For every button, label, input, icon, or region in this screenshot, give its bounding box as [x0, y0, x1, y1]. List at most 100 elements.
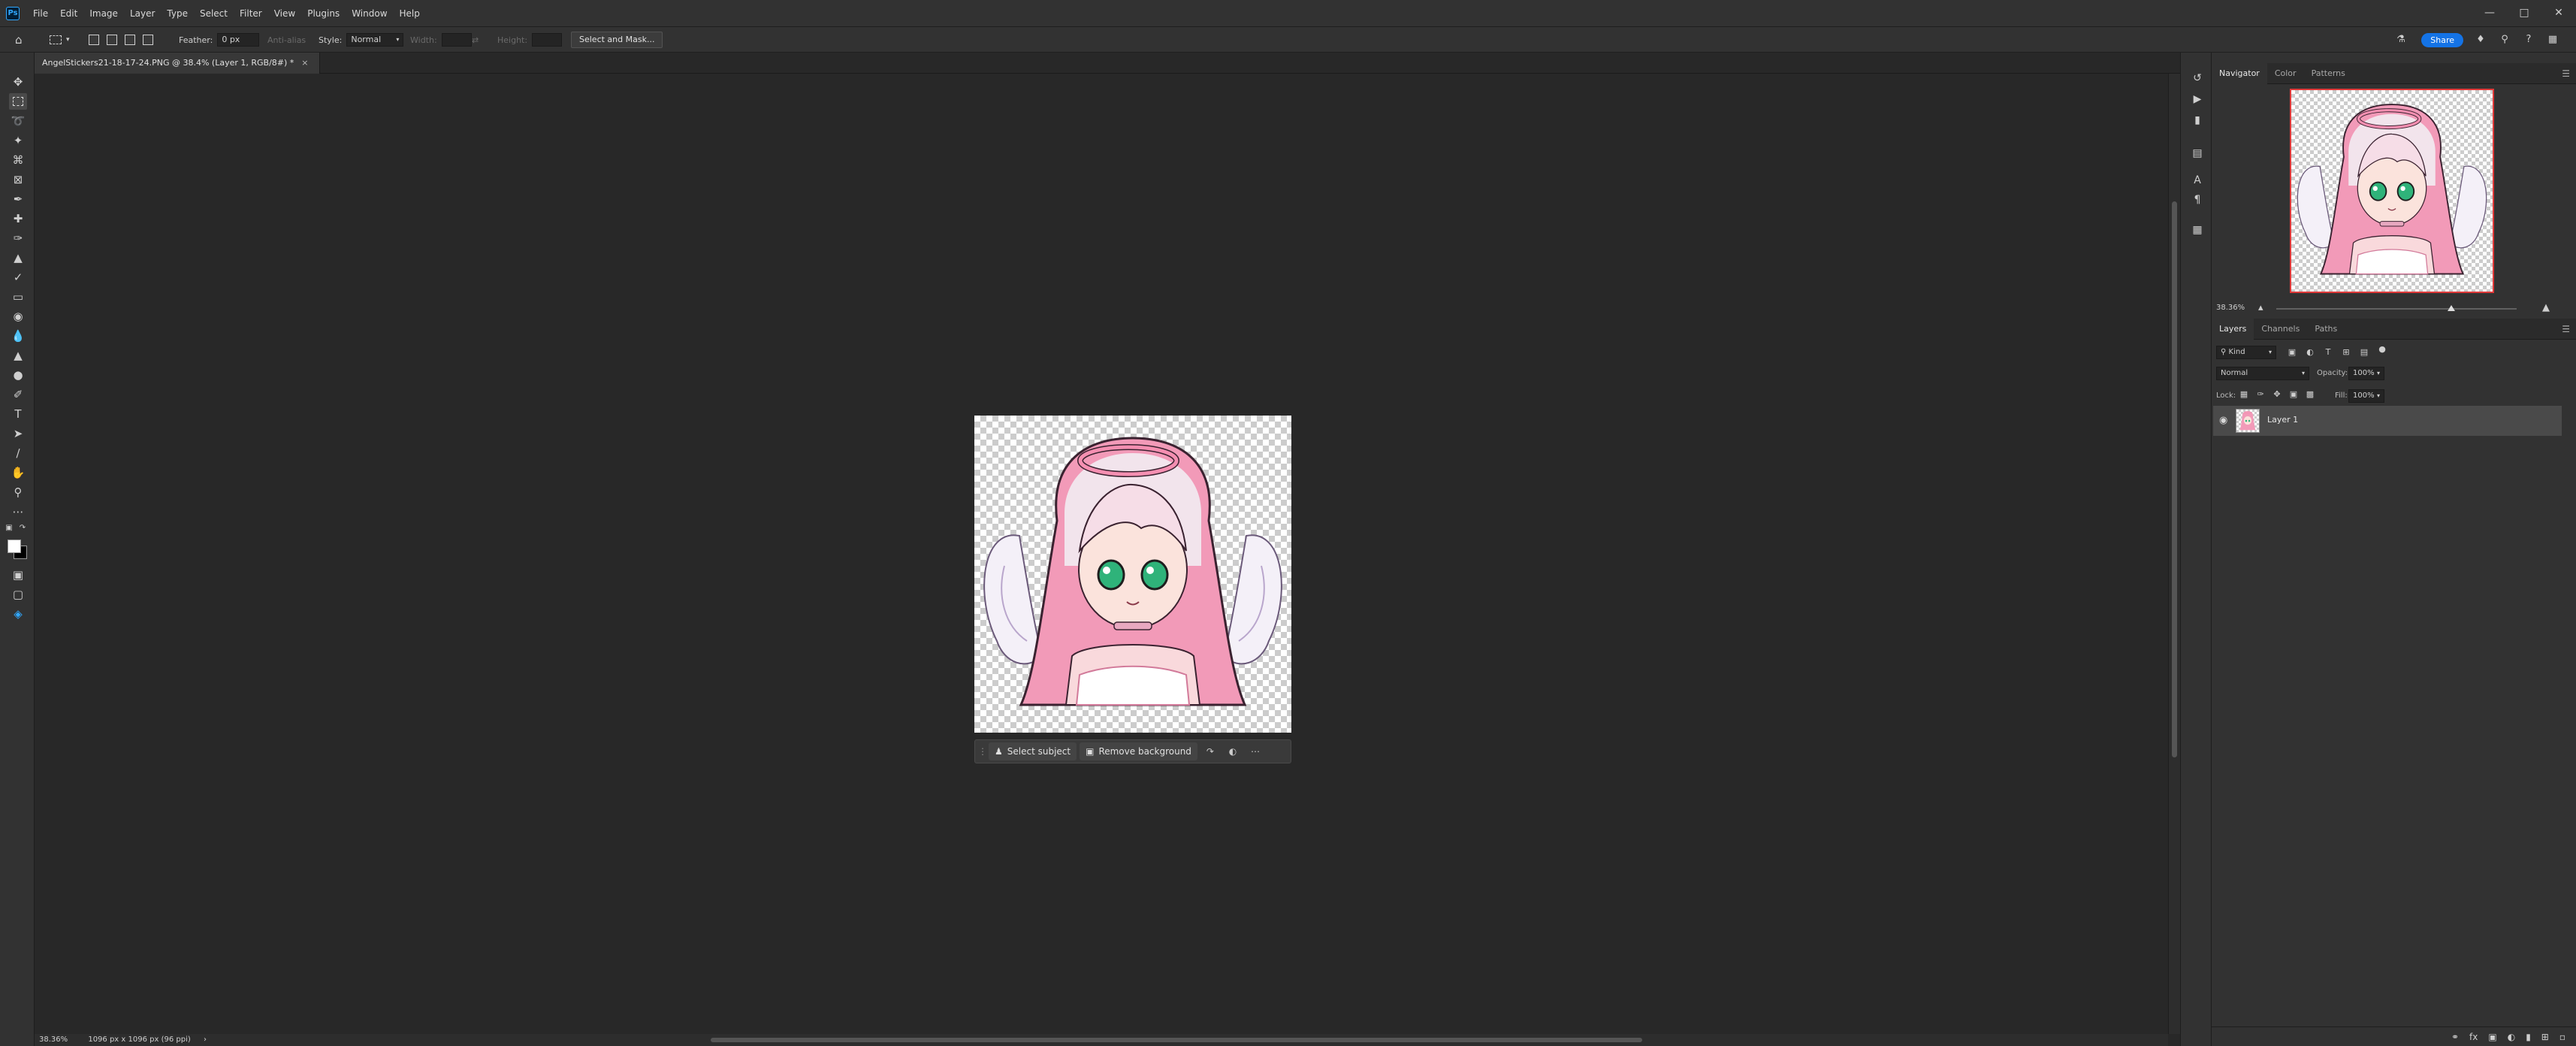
more-options-icon[interactable]: ⋯ — [1246, 742, 1265, 760]
adjustment-icon[interactable]: ◐ — [1223, 742, 1243, 760]
blur-tool-icon[interactable]: 💧 — [9, 328, 27, 344]
search-icon[interactable]: ⚲ — [2499, 35, 2510, 45]
quick-mask-icon[interactable]: ▣ — [9, 567, 27, 583]
swap-colors-icon[interactable]: ↷ — [18, 520, 27, 537]
minimize-icon[interactable]: — — [2472, 0, 2507, 27]
vertical-scrollbar[interactable] — [2168, 74, 2180, 1034]
default-colors-icon[interactable]: ▣ — [5, 520, 14, 537]
sponge-tool-icon[interactable]: ▲ — [9, 347, 27, 364]
history-icon[interactable]: ↺ — [2190, 71, 2205, 86]
swap-dimensions-icon[interactable]: ⇄ — [472, 27, 479, 53]
add-mask-icon[interactable]: ▣ — [2488, 1032, 2496, 1042]
height-input[interactable] — [532, 33, 563, 47]
healing-brush-tool-icon[interactable]: ✚ — [9, 210, 27, 227]
canvas-area[interactable]: ⋮ ♟ Select subject ▣ Remove background ↷ ◐… — [35, 74, 2168, 1034]
menu-filter[interactable]: Filter — [234, 0, 268, 27]
character-icon[interactable]: A — [2190, 173, 2205, 188]
zoom-in-icon[interactable]: ▲ — [2542, 302, 2550, 313]
navigator-menu-icon[interactable]: ☰ — [2562, 68, 2570, 79]
new-selection-icon[interactable] — [89, 35, 99, 45]
dodge-tool-icon[interactable]: ● — [9, 367, 27, 383]
tab-paths[interactable]: Paths — [2307, 319, 2345, 340]
select-subject-button[interactable]: ♟ Select subject — [989, 742, 1077, 760]
tab-channels[interactable]: Channels — [2254, 319, 2307, 340]
fill-input[interactable]: 100% ▾ — [2348, 389, 2384, 403]
width-input[interactable] — [441, 33, 472, 47]
lasso-tool-icon[interactable]: ➰ — [9, 113, 27, 129]
brush-tool-icon[interactable]: ✑ — [9, 230, 27, 246]
filter-smart-object-icon[interactable]: ▤ — [2359, 347, 2369, 358]
type-tool-icon[interactable]: T — [9, 406, 27, 422]
close-icon[interactable]: ✕ — [2541, 0, 2576, 27]
tab-navigator[interactable]: Navigator — [2212, 63, 2267, 84]
crop-tool-icon[interactable]: ⌘ — [9, 152, 27, 168]
new-layer-icon[interactable]: ⊞ — [2541, 1032, 2549, 1042]
delete-layer-icon[interactable]: ▫ — [2559, 1032, 2565, 1042]
workspace-icon[interactable]: ▦ — [2547, 35, 2558, 45]
link-layers-icon[interactable]: ⚭ — [2451, 1032, 2459, 1042]
lock-artboard-icon[interactable]: ▣ — [2288, 389, 2299, 400]
marquee-preset-icon[interactable]: ▾ — [50, 27, 70, 53]
lock-image-icon[interactable]: ✑ — [2255, 389, 2266, 400]
generative-fill-icon[interactable]: ◈ — [9, 606, 27, 622]
hand-tool-icon[interactable]: ✋ — [9, 464, 27, 481]
eyedropper-tool-icon[interactable]: ✒ — [9, 191, 27, 207]
menu-help[interactable]: Help — [394, 0, 426, 27]
blend-mode-select[interactable]: Normal ▾ — [2216, 367, 2309, 380]
style-select[interactable]: Normal ▾ — [346, 33, 404, 47]
screen-mode-icon[interactable]: ▢ — [9, 586, 27, 603]
layers-menu-icon[interactable]: ☰ — [2562, 324, 2570, 334]
layer-name[interactable]: Layer 1 — [2267, 415, 2298, 425]
transform-icon[interactable]: ↷ — [1200, 742, 1220, 760]
tab-color[interactable]: Color — [2267, 63, 2304, 84]
help-icon[interactable]: ? — [2523, 35, 2534, 45]
filter-pixel-icon[interactable]: ▣ — [2287, 347, 2297, 358]
filter-adjustment-icon[interactable]: ◐ — [2305, 347, 2315, 358]
menu-select[interactable]: Select — [194, 0, 234, 27]
lock-transparent-icon[interactable]: ▦ — [2239, 389, 2249, 400]
eraser-tool-icon[interactable]: ▭ — [9, 289, 27, 305]
zoom-out-icon[interactable]: ▴ — [2258, 302, 2263, 313]
navigator-zoom-value[interactable]: 38.36% — [2216, 304, 2245, 312]
menu-view[interactable]: View — [268, 0, 301, 27]
frame-tool-icon[interactable]: ⊠ — [9, 171, 27, 188]
clone-stamp-tool-icon[interactable]: ▲ — [9, 249, 27, 266]
zoom-tool-icon[interactable]: ⚲ — [9, 484, 27, 500]
actions-play-icon[interactable]: ▶ — [2190, 92, 2205, 107]
navigator-preview[interactable] — [2290, 89, 2494, 293]
menu-plugins[interactable]: Plugins — [301, 0, 346, 27]
navigator-slider-handle[interactable] — [2448, 305, 2455, 311]
document-image[interactable] — [974, 416, 1291, 733]
share-button[interactable]: Share — [2421, 33, 2463, 47]
adjustment-layer-icon[interactable]: ◐ — [2508, 1032, 2515, 1042]
paint-bucket-tool-icon[interactable]: ◉ — [9, 308, 27, 325]
close-tab-icon[interactable]: × — [301, 58, 308, 68]
tab-layers[interactable]: Layers — [2212, 319, 2254, 340]
feather-input[interactable]: 0 px — [217, 33, 260, 47]
remove-background-button[interactable]: ▣ Remove background — [1080, 742, 1197, 760]
select-and-mask-button[interactable]: Select and Mask... — [571, 32, 663, 48]
bell-icon[interactable]: ♦ — [2475, 35, 2486, 45]
new-group-icon[interactable]: ▮ — [2526, 1032, 2531, 1042]
menu-image[interactable]: Image — [83, 0, 124, 27]
menu-file[interactable]: File — [27, 0, 54, 27]
comments-icon[interactable]: ▮ — [2190, 113, 2205, 128]
path-selection-tool-icon[interactable]: ➤ — [9, 425, 27, 442]
lock-position-icon[interactable]: ✥ — [2272, 389, 2282, 400]
intersect-selection-icon[interactable] — [143, 35, 153, 45]
layer-filter-kind[interactable]: ⚲ Kind ▾ — [2216, 346, 2276, 359]
document-tab[interactable]: AngelStickers21-18-17-24.PNG @ 38.4% (La… — [35, 53, 320, 74]
foreground-color-swatch[interactable] — [8, 540, 21, 553]
pen-tool-icon[interactable]: ✐ — [9, 386, 27, 403]
status-menu-arrow-icon[interactable]: › — [204, 1035, 207, 1044]
filter-shape-icon[interactable]: ⊞ — [2341, 347, 2351, 358]
tab-patterns[interactable]: Patterns — [2304, 63, 2353, 84]
maximize-icon[interactable]: □ — [2507, 0, 2541, 27]
rectangular-marquee-tool-icon[interactable] — [9, 93, 27, 110]
opacity-input[interactable]: 100% ▾ — [2348, 367, 2384, 380]
vertical-scroll-thumb[interactable] — [2172, 201, 2177, 757]
layer-style-fx-icon[interactable]: fx — [2469, 1032, 2478, 1042]
lock-all-icon[interactable]: ▩ — [2305, 389, 2315, 400]
menu-type[interactable]: Type — [161, 0, 194, 27]
object-selection-tool-icon[interactable]: ✦ — [9, 132, 27, 149]
